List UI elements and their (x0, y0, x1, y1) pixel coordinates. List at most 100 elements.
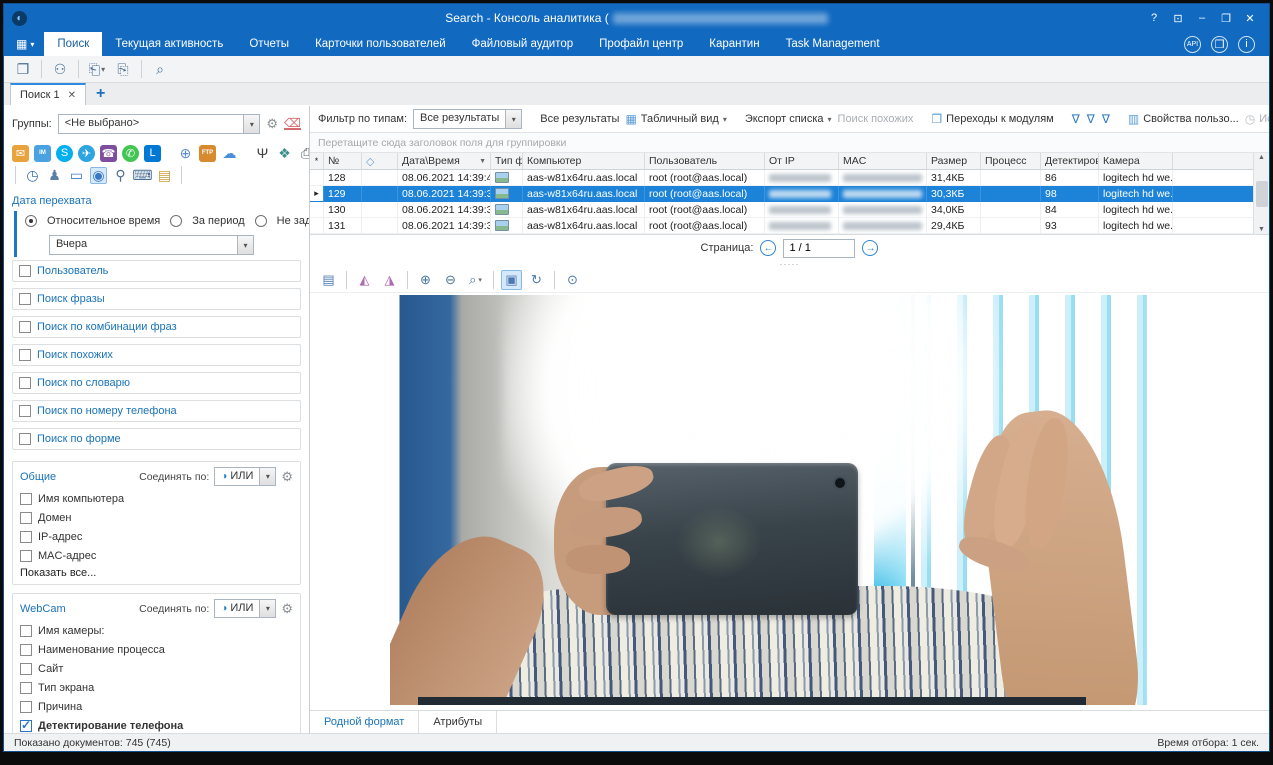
col-process[interactable]: Процесс (981, 153, 1041, 170)
filter-funnel-edit-icon[interactable]: ∇ (1102, 112, 1110, 126)
checkbox[interactable] (19, 433, 31, 445)
webcam-item-process-name[interactable]: Наименование процесса (20, 640, 293, 659)
user-activity-icon[interactable]: ♟ (46, 167, 63, 184)
table-scrollbar[interactable]: ▲ ▼ (1253, 153, 1269, 234)
webcam-item-reason[interactable]: Причина (20, 697, 293, 716)
scroll-up-icon[interactable]: ▲ (1258, 154, 1265, 161)
checkbox[interactable] (20, 663, 32, 675)
col-marker[interactable]: * (310, 153, 324, 170)
user-search-icon[interactable]: ⚇ (49, 59, 71, 80)
checkbox[interactable] (19, 265, 31, 277)
col-computer[interactable]: Компьютер (523, 153, 645, 170)
folder-icon[interactable]: ▤ (156, 167, 173, 184)
table-row[interactable]: 131 08.06.2021 14:39:33 aas-w81x64ru.aas… (310, 218, 1269, 234)
checkbox[interactable] (20, 493, 32, 505)
windows-layout-icon[interactable]: ❐ (12, 59, 34, 80)
menu-item-file-auditor[interactable]: Файловый аудитор (459, 32, 587, 56)
flip-left-icon[interactable]: ◭ (354, 270, 375, 290)
checkbox[interactable] (19, 293, 31, 305)
save-image-icon[interactable]: ▤ (318, 270, 339, 290)
search-row-phrase[interactable]: Поиск фразы (12, 288, 301, 310)
common-item-domain[interactable]: Домен (20, 508, 293, 527)
checkbox[interactable] (20, 625, 32, 637)
search-row-similar[interactable]: Поиск похожих (12, 344, 301, 366)
col-mac[interactable]: MAC (839, 153, 927, 170)
microphone-icon[interactable]: ⚲ (112, 167, 129, 184)
checkbox[interactable] (20, 701, 32, 713)
table-row[interactable]: 130 08.06.2021 14:39:36 aas-w81x64ru.aas… (310, 202, 1269, 218)
search-row-phone-number[interactable]: Поиск по номеру телефона (12, 400, 301, 422)
tab-search-1[interactable]: Поиск 1 ✕ (10, 83, 86, 105)
printer-icon[interactable]: ⎙ (298, 145, 310, 162)
cloud-icon[interactable]: ☁ (221, 145, 238, 162)
checkbox[interactable] (19, 377, 31, 389)
gear-icon[interactable]: ⚙ (266, 116, 278, 132)
all-results-button[interactable]: Все результаты (540, 113, 619, 125)
checkbox[interactable] (20, 550, 32, 562)
checkbox[interactable] (19, 321, 31, 333)
mail-icon[interactable]: ✉ (12, 145, 29, 162)
checkbox[interactable] (20, 512, 32, 524)
gear-icon[interactable]: ⚙ (281, 469, 293, 485)
tab-attributes[interactable]: Атрибуты (419, 711, 497, 733)
table-view-button[interactable]: ▦Табличный вид▾ (625, 112, 726, 126)
fit-to-window-icon[interactable]: ▣ (501, 270, 522, 290)
col-from-ip[interactable]: От IP (765, 153, 839, 170)
search-row-user[interactable]: Пользователь (12, 260, 301, 282)
zoom-level-icon[interactable]: ⌕▾ (465, 270, 486, 290)
webcam-item-camera-name[interactable]: Имя камеры: (20, 621, 293, 640)
telegram-icon[interactable]: ✈ (78, 145, 95, 162)
http-icon[interactable]: ⊕ (177, 145, 194, 162)
keyboard-icon[interactable]: ⌨ (134, 167, 151, 184)
checkbox[interactable] (20, 644, 32, 656)
scroll-thumb[interactable] (1256, 181, 1268, 207)
group-by-bar[interactable]: Перетащите сюда заголовок поля для групп… (310, 133, 1269, 153)
tab-close-icon[interactable]: ✕ (68, 90, 76, 101)
zoom-in-icon[interactable]: ⊕ (415, 270, 436, 290)
menu-item-quarantine[interactable]: Карантин (696, 32, 772, 56)
add-tab-button[interactable]: + (86, 83, 115, 105)
webcam-snapshot[interactable] (390, 295, 1190, 705)
export-tab-icon[interactable]: ⎗▾ (86, 59, 108, 80)
filter-funnel-clear-icon[interactable]: ∇ (1087, 112, 1095, 126)
webcam-icon[interactable]: ◉ (90, 167, 107, 184)
prev-page-button[interactable]: ← (760, 240, 776, 256)
webcam-item-site[interactable]: Сайт (20, 659, 293, 678)
viber-icon[interactable]: ☎ (100, 145, 117, 162)
filter-funnel-icon[interactable]: ∇ (1072, 112, 1080, 126)
webcam-item-phone-detection[interactable]: Детектирование телефона (20, 716, 293, 733)
package-icon[interactable]: ❒ (1211, 36, 1228, 53)
webcam-join-select[interactable]: ◑ИЛИ ▾ (214, 599, 276, 618)
social-network-icon[interactable]: ❖ (276, 145, 293, 162)
menu-item-reports[interactable]: Отчеты (236, 32, 302, 56)
ftp-icon[interactable]: FTP (199, 145, 216, 162)
help-button[interactable]: ? (1143, 9, 1165, 27)
col-size[interactable]: Размер (927, 153, 981, 170)
import-tab-icon[interactable]: ⎘ (112, 59, 134, 80)
col-camera[interactable]: Камера (1099, 153, 1173, 170)
common-item-mac[interactable]: MAC-адрес (20, 546, 293, 565)
menu-item-profile-center[interactable]: Профайл центр (586, 32, 696, 56)
app-menu-button[interactable]: ▦ ▾ (4, 32, 44, 56)
show-all-link[interactable]: Показать все... (20, 567, 293, 579)
col-user[interactable]: Пользователь (645, 153, 765, 170)
eraser-icon[interactable]: ⌫ (284, 118, 301, 130)
usb-icon[interactable]: Ψ (254, 145, 271, 162)
col-tag[interactable]: ◇ (362, 153, 398, 170)
menu-item-search[interactable]: Поиск (44, 32, 102, 56)
skype-icon[interactable]: S (56, 145, 73, 162)
zoom-out-icon[interactable]: ⊖ (440, 270, 461, 290)
id-search-icon[interactable]: ⌕ (149, 59, 171, 80)
restore-button[interactable]: ❐ (1215, 9, 1237, 27)
monitor-icon[interactable]: ▭ (68, 167, 85, 184)
flip-right-icon[interactable]: ◮ (379, 270, 400, 290)
pin-window-button[interactable]: ⊡ (1167, 9, 1189, 27)
close-button[interactable]: ✕ (1239, 9, 1261, 27)
search-row-phrase-combo[interactable]: Поиск по комбинации фраз (12, 316, 301, 338)
common-join-select[interactable]: ◑ИЛИ ▾ (214, 467, 276, 486)
col-num[interactable]: № (324, 153, 362, 170)
checkbox-checked[interactable] (20, 720, 32, 732)
go-to-modules-button[interactable]: ❐Переходы к модулям (931, 112, 1053, 126)
common-item-computer-name[interactable]: Имя компьютера (20, 489, 293, 508)
eye-icon[interactable]: ⊙ (562, 270, 583, 290)
